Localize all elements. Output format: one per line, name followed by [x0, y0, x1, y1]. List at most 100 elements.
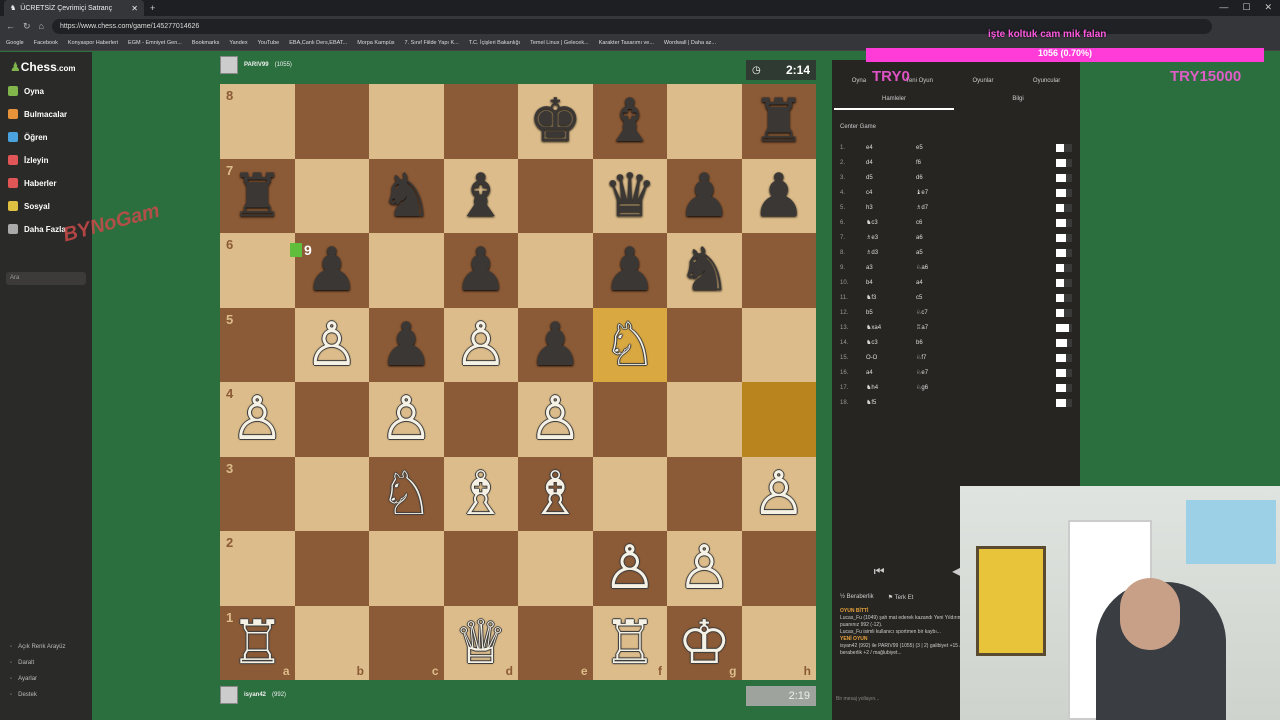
board-square[interactable]: ♙ [294, 307, 369, 382]
white-move[interactable]: b4 [866, 280, 916, 286]
board-square[interactable]: ♘ [369, 456, 444, 531]
board-square[interactable]: ♙ [667, 531, 742, 606]
board-square[interactable]: ♘ [592, 307, 667, 382]
chess-piece[interactable]: ♜ [230, 166, 284, 226]
tab-info[interactable]: Bilgi [958, 96, 1078, 110]
board-square[interactable]: c [369, 605, 444, 680]
board-square[interactable]: ♛ [592, 158, 667, 233]
black-move[interactable]: ♘g6 [916, 384, 966, 391]
board-square[interactable] [294, 456, 369, 531]
sidebar-item-3[interactable]: İzleyin [8, 155, 48, 165]
chess-piece[interactable]: ♔ [677, 613, 731, 673]
white-move[interactable]: ♞c3 [866, 339, 916, 346]
chess-piece[interactable]: ♙ [603, 538, 657, 598]
chess-piece[interactable]: ♖ [603, 613, 657, 673]
board-square[interactable] [667, 382, 742, 457]
chat-input[interactable]: Bir mesaj yollayın... [836, 696, 966, 702]
board-square[interactable]: b [294, 605, 369, 680]
board-square[interactable] [741, 382, 816, 457]
black-move[interactable]: ♗d7 [916, 204, 966, 211]
board-square[interactable]: 5 [220, 307, 295, 382]
board-square[interactable]: g ♔ [667, 605, 742, 680]
board-square[interactable]: 6 [220, 233, 295, 308]
bookmark-item[interactable]: Karakter Tasarımı ve... [599, 40, 654, 46]
chess-piece[interactable]: ♟ [752, 166, 806, 226]
chess-piece[interactable]: ♙ [454, 315, 508, 375]
avatar[interactable] [220, 686, 238, 704]
white-move[interactable]: O-O [866, 355, 916, 361]
board-square[interactable]: ♟ [741, 158, 816, 233]
board-square[interactable]: ♚ [518, 84, 593, 159]
board-square[interactable] [369, 233, 444, 308]
sidebar-bottom-item[interactable]: ◦ Destek [10, 692, 37, 698]
board-square[interactable]: 1 a ♖ [220, 605, 295, 680]
chess-piece[interactable]: ♟ [305, 240, 359, 300]
white-move[interactable]: ♞c3 [866, 219, 916, 226]
board-square[interactable] [741, 307, 816, 382]
bookmark-item[interactable]: Konyaspor Haberleri [68, 40, 118, 46]
white-move[interactable]: ♞f5 [866, 399, 916, 406]
board-square[interactable]: ♞ [667, 233, 742, 308]
board-square[interactable] [294, 382, 369, 457]
chess-board[interactable]: 8 ♚ ♝ ♜ 7 ♜ ♞ ♝ ♛ ♟ ♟ 6 ♟ ♟ ♟ ♞ 5 ♙ ♟ ♙ ♟ ♘ 4 ♙ ♙ ♙ 3 ♘ ♗ ♗ ♙ 2 ♙ ♙ 1 a ♖ b c d… [220, 84, 816, 680]
browser-tab[interactable]: ♞ ÜCRETSİZ Çevrimiçi Satranç ✕ [4, 0, 144, 16]
board-square[interactable]: d ♕ [443, 605, 518, 680]
chess-piece[interactable]: ♘ [603, 315, 657, 375]
chess-piece[interactable]: ♜ [752, 91, 806, 151]
board-square[interactable] [592, 456, 667, 531]
black-move[interactable]: c5 [916, 295, 966, 301]
white-move[interactable]: a3 [866, 265, 916, 271]
white-move[interactable]: b5 [866, 310, 916, 316]
board-square[interactable] [294, 84, 369, 159]
board-square[interactable]: ♝ [592, 84, 667, 159]
draw-button[interactable]: ½ Beraberlik [840, 594, 874, 601]
black-move[interactable]: ♘e7 [916, 369, 966, 376]
close-window-icon[interactable]: ✕ [1264, 2, 1272, 13]
board-square[interactable]: ♟ [518, 307, 593, 382]
white-move[interactable]: h3 [866, 205, 916, 211]
board-square[interactable]: 7 ♜ [220, 158, 295, 233]
bookmark-item[interactable]: YouTube [258, 40, 280, 46]
panel-tab-3[interactable]: Oyuncular [1033, 78, 1060, 94]
white-move[interactable]: ♗d3 [866, 249, 916, 256]
board-square[interactable]: 2 [220, 531, 295, 606]
board-square[interactable] [443, 382, 518, 457]
tab-moves[interactable]: Hamleler [834, 96, 954, 110]
chess-logo[interactable]: ♟Chess.com [10, 60, 75, 74]
black-move[interactable]: ♘c7 [916, 309, 966, 316]
chess-piece[interactable]: ♝ [603, 91, 657, 151]
top-player-name[interactable]: PARIV99 [244, 62, 269, 68]
board-square[interactable]: ♝ [443, 158, 518, 233]
sidebar-item-5[interactable]: Sosyal [8, 201, 50, 211]
board-square[interactable] [592, 382, 667, 457]
board-square[interactable] [741, 531, 816, 606]
board-square[interactable] [518, 158, 593, 233]
board-square[interactable] [741, 233, 816, 308]
board-square[interactable]: ♙ [518, 382, 593, 457]
bottom-player-name[interactable]: isyan42 [244, 692, 266, 698]
sidebar-bottom-item[interactable]: ◦ Ayarlar [10, 676, 37, 682]
black-move[interactable]: e5 [916, 145, 966, 151]
bookmark-item[interactable]: 7. Sınıf Fiilde Yapı K... [405, 40, 459, 46]
chess-piece[interactable]: ♙ [677, 538, 731, 598]
bookmark-item[interactable]: Google [6, 40, 24, 46]
bookmark-item[interactable]: Wordwall | Daha az... [664, 40, 716, 46]
chess-piece[interactable]: ♖ [230, 613, 284, 673]
board-square[interactable] [443, 531, 518, 606]
black-move[interactable]: ♘f7 [916, 354, 966, 361]
board-square[interactable] [667, 84, 742, 159]
board-square[interactable]: 4 ♙ [220, 382, 295, 457]
chess-piece[interactable]: ♙ [528, 389, 582, 449]
chess-piece[interactable]: ♟ [454, 240, 508, 300]
bookmark-item[interactable]: Yandex [229, 40, 247, 46]
chess-piece[interactable]: ♙ [230, 389, 284, 449]
panel-tab-0[interactable]: Oyna [852, 78, 866, 94]
board-square[interactable]: ♟ [667, 158, 742, 233]
chess-piece[interactable]: ♟ [603, 240, 657, 300]
white-move[interactable]: e4 [866, 145, 916, 151]
minimize-icon[interactable]: — [1219, 2, 1228, 13]
chess-piece[interactable]: ♟ [528, 315, 582, 375]
board-square[interactable]: ♗ [443, 456, 518, 531]
board-square[interactable]: f ♖ [592, 605, 667, 680]
chess-piece[interactable]: ♙ [379, 389, 433, 449]
